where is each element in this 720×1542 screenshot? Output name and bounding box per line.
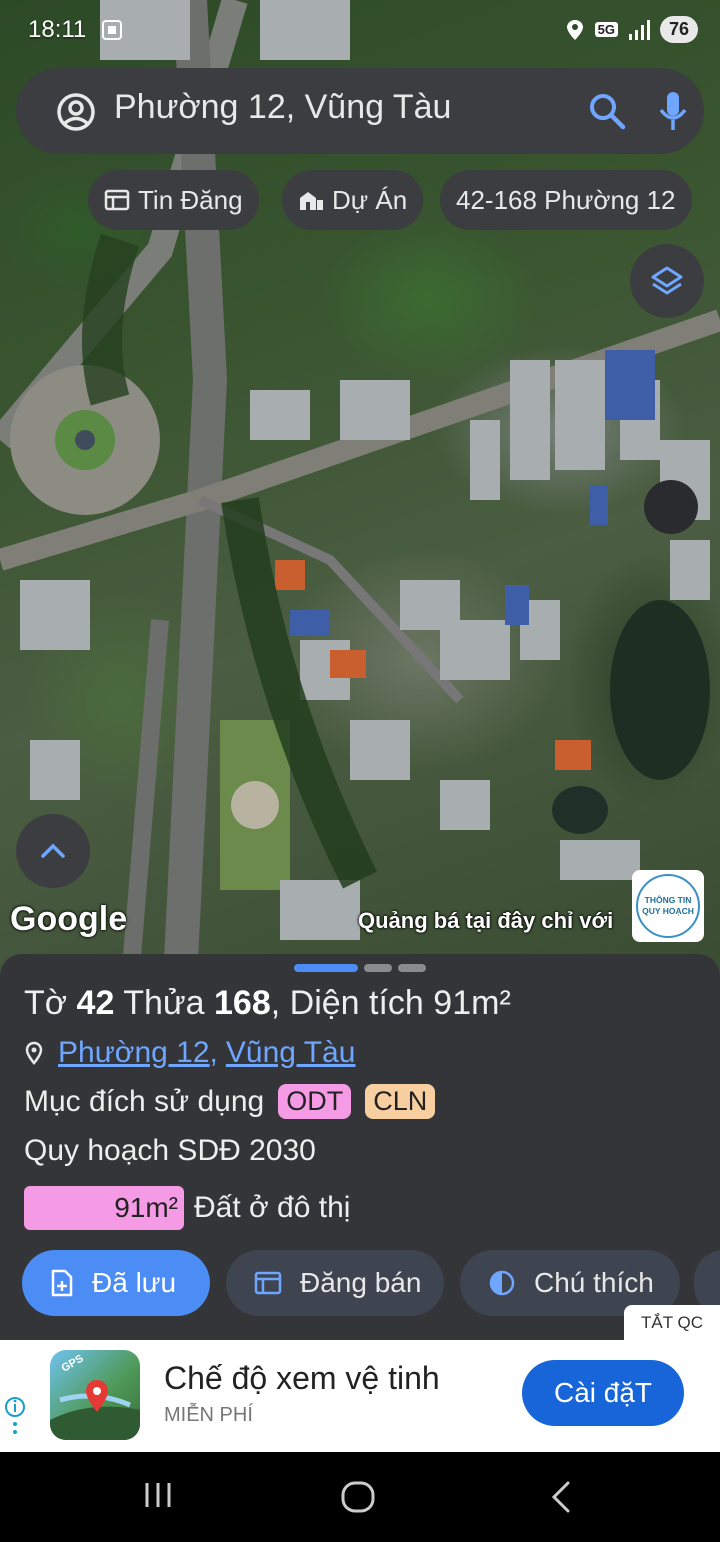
- close-ad-button[interactable]: TẮT QC: [624, 1305, 720, 1341]
- area-value: 91m²: [433, 984, 511, 1022]
- plan-area-bar: 91m²: [24, 1186, 184, 1230]
- search-icon[interactable]: [588, 92, 626, 130]
- location-row: Phường 12 , Vũng Tàu: [24, 1036, 355, 1070]
- status-indicators: 5G 76: [565, 16, 698, 43]
- lot-prefix: Thửa: [123, 984, 205, 1022]
- ad-app-icon[interactable]: GPS: [50, 1350, 140, 1440]
- ad-install-button[interactable]: Cài đặT: [522, 1360, 684, 1426]
- purpose-row: Mục đích sử dụng ODT CLN: [24, 1084, 436, 1119]
- search-bar[interactable]: Phường 12, Vũng Tàu: [16, 68, 704, 154]
- purpose-tag-odt[interactable]: ODT: [278, 1084, 352, 1119]
- recent-apps-icon[interactable]: [142, 1480, 176, 1510]
- battery-indicator: 76: [659, 16, 698, 43]
- pager-dot[interactable]: [398, 964, 426, 972]
- promo-logo-seal: THÔNG TIN QUY HOẠCH: [636, 874, 700, 938]
- layers-icon: [651, 266, 683, 295]
- signal-icon: [628, 19, 650, 40]
- location-pin-icon: [25, 1041, 43, 1065]
- lot-number: 168: [214, 984, 271, 1022]
- chip-projects-label: Dự Án: [332, 184, 408, 215]
- sheet-prefix: Tờ: [24, 984, 68, 1022]
- ad-subtitle: MIỄN PHÍ: [164, 1404, 253, 1426]
- saved-button[interactable]: Đã lưu: [22, 1250, 210, 1316]
- microphone-icon[interactable]: [658, 90, 688, 132]
- plan-area-row: 91m² Đất ở đô thị: [24, 1186, 350, 1230]
- chip-listings[interactable]: Tin Đăng: [88, 170, 259, 230]
- system-nav-bar: [0, 1452, 720, 1542]
- chip-parcel[interactable]: 42-168 Phường 12: [440, 170, 692, 230]
- home-icon[interactable]: [340, 1480, 378, 1514]
- pager-dot[interactable]: [364, 964, 392, 972]
- buildings-icon: [300, 192, 323, 210]
- search-input[interactable]: Phường 12, Vũng Tàu: [114, 88, 451, 127]
- parcel-title: Tờ 42 Thửa 168, Diện tích 91m²: [24, 984, 511, 1022]
- ad-title[interactable]: Chế độ xem vệ tinh: [164, 1360, 440, 1397]
- ad-info-icon[interactable]: [4, 1392, 26, 1440]
- area-prefix: Diện tích: [289, 984, 424, 1022]
- screenshot-icon: [102, 20, 122, 40]
- legend-button-label: Chú thích: [534, 1267, 654, 1298]
- ward-link[interactable]: Phường 12: [58, 1036, 210, 1070]
- promo-logo-line2: QUY HOẠCH: [642, 906, 694, 916]
- promo-logo-line1: THÔNG TIN: [644, 895, 692, 905]
- location-icon: [566, 19, 583, 40]
- pager-dot-active[interactable]: [294, 964, 358, 972]
- account-icon[interactable]: [56, 92, 96, 132]
- chevron-up-icon: [41, 843, 65, 858]
- google-attribution: Google: [10, 900, 128, 938]
- promo-text: Quảng bá tại đây chỉ với: [358, 908, 614, 933]
- plan-label: Quy hoạch SDĐ 2030: [24, 1134, 316, 1167]
- post-sale-button[interactable]: Đăng bán: [226, 1250, 444, 1316]
- contrast-icon: [489, 1270, 515, 1296]
- ad-icon-badge: GPS: [60, 1353, 86, 1375]
- back-icon[interactable]: [548, 1480, 574, 1514]
- listing-icon: [254, 1271, 282, 1295]
- listing-icon: [104, 189, 130, 211]
- sheet-pager[interactable]: [294, 964, 426, 972]
- promo-logo[interactable]: THÔNG TIN QUY HOẠCH: [632, 870, 704, 942]
- status-bar: 18:11 5G 76: [0, 0, 720, 62]
- city-link[interactable]: Vũng Tàu: [226, 1036, 356, 1070]
- layers-button[interactable]: [630, 244, 704, 318]
- parcel-info-sheet[interactable]: Tờ 42 Thửa 168, Diện tích 91m² Phường 12…: [0, 954, 720, 1340]
- side-handle[interactable]: [644, 480, 698, 534]
- save-icon: [51, 1269, 73, 1297]
- purpose-tag-cln[interactable]: CLN: [365, 1084, 436, 1119]
- saved-button-label: Đã lưu: [92, 1267, 177, 1298]
- status-time: 18:11: [28, 16, 87, 43]
- map-pin-icon: GPS: [50, 1353, 140, 1440]
- plan-area-desc: Đất ở đô thị: [194, 1191, 351, 1224]
- chip-listings-label: Tin Đăng: [138, 184, 243, 215]
- post-sale-button-label: Đăng bán: [300, 1267, 422, 1298]
- chip-projects[interactable]: Dự Án: [282, 170, 424, 230]
- ad-banner[interactable]: GPS Chế độ xem vệ tinh MIỄN PHÍ Cài đặT: [0, 1340, 720, 1452]
- chip-parcel-label: 42-168 Phường 12: [456, 184, 676, 215]
- expand-button[interactable]: [16, 814, 90, 888]
- network-badge: 5G: [594, 22, 618, 37]
- sheet-number: 42: [76, 984, 115, 1022]
- purpose-label: Mục đích sử dụng: [24, 1084, 265, 1118]
